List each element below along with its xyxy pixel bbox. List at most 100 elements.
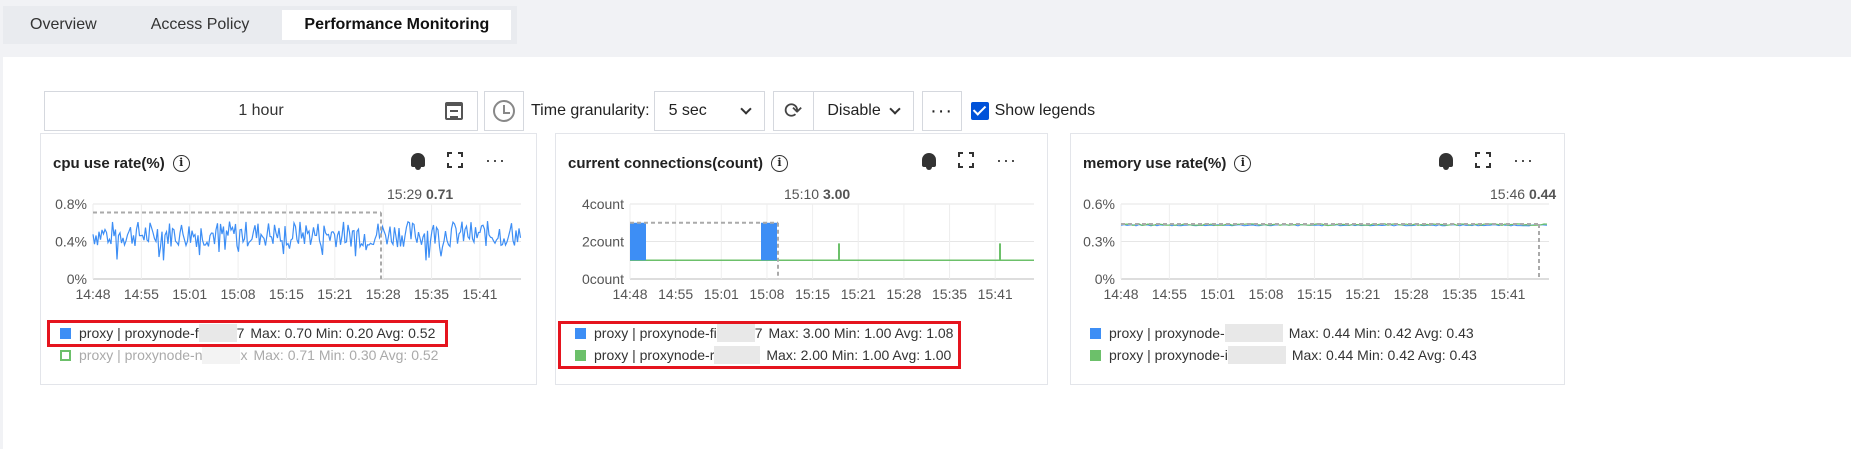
time-range-picker[interactable]: 1 hour: [44, 91, 478, 131]
x-tick-label: 14:48: [1103, 286, 1138, 302]
calendar-icon: [445, 102, 463, 120]
more-options-button[interactable]: ···: [921, 91, 962, 131]
x-tick-label: 15:35: [1442, 286, 1477, 302]
refresh-icon[interactable]: ⟳: [774, 92, 814, 130]
more-icon[interactable]: ···: [485, 151, 506, 169]
x-tick-label: 15:01: [1200, 286, 1235, 302]
x-tick-label: 15:21: [841, 286, 876, 302]
tooltip-text: 15:29 0.71: [387, 189, 453, 202]
series-line: [92, 220, 522, 261]
y-tick-label: 0.6%: [1083, 196, 1115, 212]
fullscreen-icon[interactable]: [958, 152, 975, 168]
x-tick-label: 14:55: [124, 286, 159, 302]
x-tick-label: 14:55: [1152, 286, 1187, 302]
granularity-select[interactable]: 5 sec: [653, 91, 765, 131]
x-tick-label: 14:48: [75, 286, 110, 302]
x-tick-label: 15:08: [749, 286, 784, 302]
card-actions: ···: [1439, 151, 1534, 170]
card-actions: ···: [411, 151, 506, 170]
x-tick-label: 15:15: [795, 286, 830, 302]
tab-access-policy[interactable]: Access Policy: [124, 6, 277, 44]
x-tick-label: 15:41: [462, 286, 497, 302]
cpu-chart-card: cpu use rate(%) i ··· 0% 0.4% 0.8% 14:48 14:…: [40, 133, 537, 385]
card-title-text: current connections(count): [568, 155, 764, 172]
x-tick-label: 15:35: [932, 286, 967, 302]
x-tick-label: 15:08: [1249, 286, 1284, 302]
granularity-label: Time granularity:: [531, 102, 650, 119]
legend-name-suffix: x: [240, 347, 248, 363]
tab-overview[interactable]: Overview: [3, 6, 124, 44]
show-legends-label: Show legends: [994, 102, 1096, 119]
more-icon[interactable]: ···: [1513, 151, 1534, 169]
card-title: memory use rate(%) i: [1083, 155, 1252, 172]
bell-icon[interactable]: [411, 153, 426, 170]
tab-performance-monitoring[interactable]: Performance Monitoring: [282, 10, 512, 40]
card-title: cpu use rate(%) i: [53, 155, 190, 172]
x-tick-label: 15:21: [1345, 286, 1380, 302]
tooltip-text: 15:10 3.00: [784, 189, 850, 202]
fullscreen-icon[interactable]: [1475, 152, 1492, 168]
legend-name: proxy | proxynode-n: [79, 347, 203, 363]
x-tick-label: 15:35: [414, 286, 449, 302]
info-icon[interactable]: i: [771, 155, 789, 172]
memory-chart-card: memory use rate(%) i ··· 0% 0.3% 0.6% 14:48…: [1070, 133, 1565, 385]
card-title-text: memory use rate(%): [1083, 155, 1227, 172]
toolbar: 1 hour Time granularity: 5 sec ⟳ Disable…: [44, 91, 1095, 131]
x-tick-label: 15:01: [704, 286, 739, 302]
tooltip-time: 15:10: [784, 189, 823, 202]
x-tick-label: 15:15: [1297, 286, 1332, 302]
tooltip-value: 0.71: [426, 189, 453, 202]
series-block: [761, 222, 777, 261]
legend-item[interactable]: proxy | proxynode- Max: 0.44 Min: 0.42 A…: [1077, 324, 1474, 342]
tooltip-time: 15:46: [1490, 189, 1529, 202]
x-tick-label: 15:41: [978, 286, 1013, 302]
legend-name: proxy | proxynode-i: [1109, 347, 1228, 363]
clock-icon: [493, 100, 515, 122]
y-tick-label: 0.8%: [55, 196, 87, 212]
auto-refresh-select[interactable]: Disable: [814, 92, 913, 130]
y-tick-label: 0%: [67, 271, 87, 287]
time-range-value: 1 hour: [238, 102, 284, 119]
highlight-box: [47, 320, 448, 347]
card-actions: ···: [922, 151, 1017, 170]
more-icon[interactable]: ···: [996, 151, 1017, 169]
fullscreen-icon[interactable]: [447, 152, 464, 168]
highlight-box: [558, 321, 961, 369]
bell-icon[interactable]: [922, 153, 937, 170]
chevron-down-icon: [889, 103, 901, 115]
redacted-area: [1227, 346, 1286, 364]
tooltip-value: 0.44: [1529, 189, 1556, 202]
auto-refresh-group: ⟳ Disable: [772, 91, 914, 131]
x-tick-label: 15:01: [172, 286, 207, 302]
y-tick-label: 2count: [582, 234, 624, 250]
legend-item[interactable]: proxy | proxynode-i Max: 0.44 Min: 0.42 …: [1077, 346, 1477, 364]
x-tick-label: 15:21: [317, 286, 352, 302]
redacted-area: [1224, 324, 1283, 342]
cpu-chart: 0% 0.4% 0.8% 14:48 14:55 15:01 15:08 15:15 15:21…: [55, 189, 522, 302]
x-tick-label: 14:48: [612, 286, 647, 302]
card-title-text: cpu use rate(%): [53, 155, 165, 172]
info-icon[interactable]: i: [172, 155, 190, 172]
auto-refresh-value: Disable: [827, 102, 881, 119]
y-tick-label: 0%: [1095, 271, 1115, 287]
show-legends-checkbox[interactable]: [970, 102, 989, 120]
legend-swatch: [1090, 327, 1101, 339]
x-tick-label: 15:28: [1394, 286, 1429, 302]
x-tick-label: 15:28: [886, 286, 921, 302]
performance-panel: 1 hour Time granularity: 5 sec ⟳ Disable…: [3, 57, 1851, 449]
clock-button[interactable]: [484, 91, 524, 131]
memory-chart: 0% 0.3% 0.6% 14:48 14:55 15:01 15:08 15:15 15:21…: [1083, 189, 1564, 302]
granularity-value: 5 sec: [668, 102, 707, 119]
x-tick-label: 15:15: [269, 286, 304, 302]
bell-icon[interactable]: [1439, 153, 1454, 170]
info-icon[interactable]: i: [1234, 155, 1252, 172]
legend-name: proxy | proxynode-: [1109, 325, 1225, 341]
card-title: current connections(count) i: [568, 155, 789, 172]
y-tick-label: 0count: [582, 271, 624, 287]
legend-stats: Max: 0.44 Min: 0.42 Avg: 0.43: [1291, 347, 1477, 363]
legend-item[interactable]: proxy | proxynode-n x Max: 0.71 Min: 0.3…: [47, 346, 438, 364]
y-tick-label: 4count: [582, 196, 624, 212]
connections-chart: 0count 2count 4count 14:48 14:55 15:01 15:08 15…: [582, 189, 1034, 302]
series-block: [630, 222, 646, 261]
legend-swatch: [60, 349, 71, 361]
